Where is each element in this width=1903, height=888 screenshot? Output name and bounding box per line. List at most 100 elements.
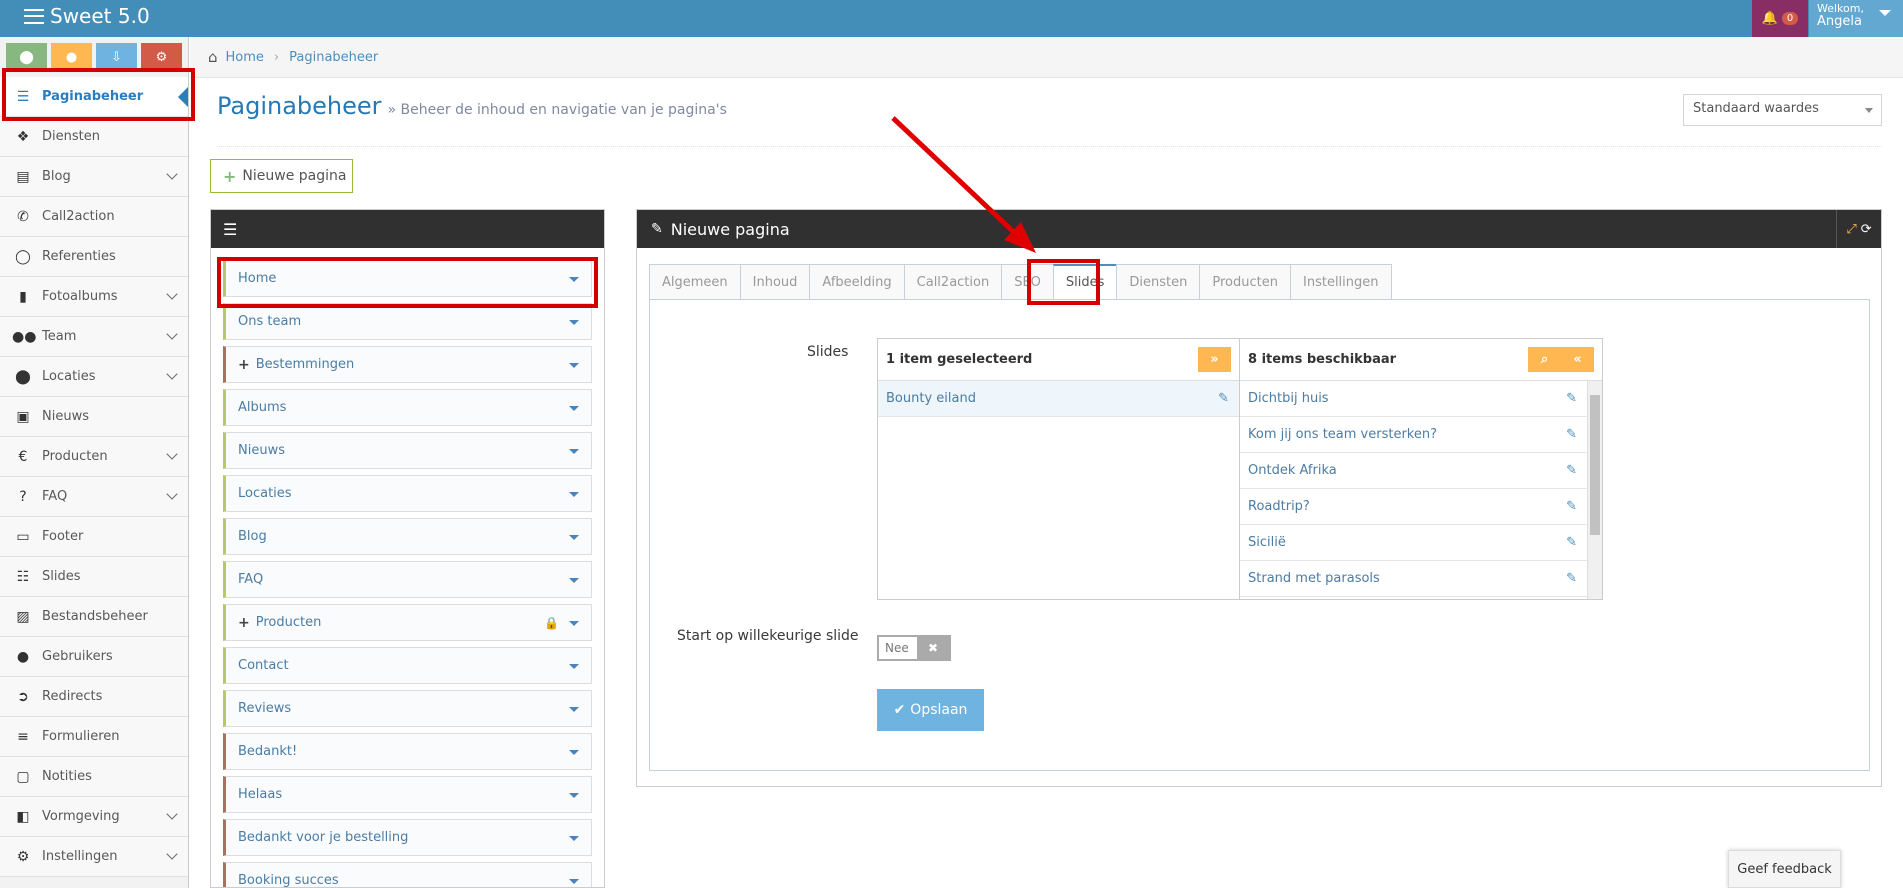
sidebar-item-nieuws[interactable]: ▣ Nieuws [0,397,188,437]
sidebar-item-footer[interactable]: ▭ Footer [0,517,188,557]
caret-down-icon[interactable] [569,277,579,282]
caret-down-icon[interactable] [569,578,579,583]
list-item[interactable]: Sicilië ✎ [1240,525,1587,561]
sidebar-item-gebruikers[interactable]: ● Gebruikers [0,637,188,677]
tree-item[interactable]: Home [223,260,592,297]
tab-algemeen[interactable]: Algemeen [649,264,741,300]
sidebar-item-diensten[interactable]: ❖ Diensten [0,117,188,157]
caret-down-icon[interactable] [569,750,579,755]
tree-item[interactable]: Helaas [223,776,592,813]
sidebar-item-vormgeving[interactable]: ◧ Vormgeving [0,797,188,837]
expand-icon[interactable]: ⤢ [1846,222,1856,237]
sidebar-item-call2action[interactable]: ✆ Call2action [0,197,188,237]
caret-down-icon[interactable] [569,707,579,712]
pencil-icon[interactable]: ✎ [1566,499,1577,514]
search-button[interactable]: ⌕ [1528,347,1561,372]
sidebar-item-label: Call2action [42,209,115,224]
tree-item[interactable]: Nieuws [223,432,592,469]
list-item[interactable]: Dichtbij huis ✎ [1240,381,1587,417]
caret-down-icon[interactable] [569,836,579,841]
caret-down-icon[interactable] [569,621,579,626]
tab-instellingen[interactable]: Instellingen [1290,264,1392,300]
tab-afbeelding[interactable]: Afbeelding [809,264,905,300]
tree-item[interactable]: + Producten 🔒 [223,604,592,641]
plus-icon[interactable]: + [238,357,250,373]
random-slide-toggle[interactable]: Nee ✖ [877,635,951,661]
tree-item[interactable]: Ons team [223,303,592,340]
defaults-select[interactable]: Standaard waardes [1683,94,1882,126]
pencil-icon[interactable]: ✎ [1566,535,1577,550]
list-item[interactable]: Strand met parasols ✎ [1240,561,1587,597]
tree-item[interactable]: Bedankt! [223,733,592,770]
sidebar-item-slides[interactable]: ☷ Slides [0,557,188,597]
tree-item[interactable]: Reviews [223,690,592,727]
breadcrumb-home[interactable]: Home [226,50,264,65]
user-icon[interactable]: ● [51,43,92,71]
sidebar-item-producten[interactable]: € Producten [0,437,188,477]
caret-down-icon[interactable] [569,449,579,454]
tab-call2action[interactable]: Call2action [903,264,1003,300]
save-button[interactable]: ✔ Opslaan [877,689,984,731]
list-item[interactable]: Ontdek Afrika ✎ [1240,453,1587,489]
tree-item[interactable]: FAQ [223,561,592,598]
sidebar-item-fotoalbums[interactable]: ▮ Fotoalbums [0,277,188,317]
feedback-button[interactable]: Geef feedback [1728,850,1841,888]
caret-down-icon[interactable] [569,320,579,325]
sidebar-item-notities[interactable]: ▢ Notities [0,757,188,797]
scrollbar-thumb[interactable] [1590,395,1600,535]
tree-item[interactable]: Albums [223,389,592,426]
caret-down-icon[interactable] [569,793,579,798]
sidebar-item-team[interactable]: ●● Team [0,317,188,357]
tree-item-label: Bedankt voor je bestelling [238,830,409,845]
caret-down-icon[interactable] [569,535,579,540]
breadcrumb-current[interactable]: Paginabeheer [289,50,378,65]
tree-item[interactable]: Bedankt voor je bestelling [223,819,592,856]
notifications-button[interactable]: 🔔 0 [1752,0,1808,37]
tree-item[interactable]: Contact [223,647,592,684]
sidebar-item-instellingen[interactable]: ⚙ Instellingen [0,837,188,877]
sidebar-item-formulieren[interactable]: ≡ Formulieren [0,717,188,757]
list-item[interactable]: Bounty eiland ✎ [878,381,1239,417]
caret-down-icon[interactable] [569,492,579,497]
sidebar-item-referenties[interactable]: ◯ Referenties [0,237,188,277]
pencil-icon[interactable]: ✎ [1218,391,1229,406]
list-item[interactable]: Kom jij ons team versterken? ✎ [1240,417,1587,453]
list-item[interactable]: Roadtrip? ✎ [1240,489,1587,525]
move-all-left-button[interactable]: « [1561,347,1594,372]
available-scrollbar[interactable] [1587,381,1602,599]
sidebar-item-locaties[interactable]: ⬤ Locaties [0,357,188,397]
pencil-icon[interactable]: ✎ [1566,427,1577,442]
tree-item[interactable]: Locaties [223,475,592,512]
new-page-button[interactable]: + Nieuwe pagina [210,159,353,193]
sidebar-item-paginabeheer[interactable]: ☰ Paginabeheer [0,77,188,117]
caret-down-icon[interactable] [569,879,579,884]
sidebar-item-faq[interactable]: ? FAQ [0,477,188,517]
caret-down-icon[interactable] [569,406,579,411]
bars-icon[interactable]: ☰ [223,220,237,239]
user-menu[interactable]: Welkom, Angela [1809,0,1903,37]
download-icon[interactable]: ⇩ [96,43,137,71]
sidebar-item-blog[interactable]: ▤ Blog [0,157,188,197]
tree-item[interactable]: + Bestemmingen [223,346,592,383]
tab-producten[interactable]: Producten [1199,264,1291,300]
tab-slides[interactable]: Slides [1052,264,1118,300]
map-marker-icon[interactable]: ⬤ [6,43,47,71]
refresh-icon[interactable]: ⟳ [1861,222,1872,237]
caret-down-icon[interactable] [569,363,579,368]
pencil-icon[interactable]: ✎ [1566,463,1577,478]
sidebar-item-redirects[interactable]: ➲ Redirects [0,677,188,717]
sliders-icon: ☷ [16,568,30,585]
move-all-right-button[interactable]: » [1198,347,1231,372]
tab-inhoud[interactable]: Inhoud [739,264,811,300]
caret-down-icon[interactable] [569,664,579,669]
sidebar-item-bestandsbeheer[interactable]: ▨ Bestandsbeheer [0,597,188,637]
tree-item[interactable]: Blog [223,518,592,555]
tab-diensten[interactable]: Diensten [1116,264,1201,300]
brand-logo[interactable]: Sweet 5.0 [24,4,150,28]
plus-icon[interactable]: + [238,615,250,631]
pencil-icon[interactable]: ✎ [1566,571,1577,586]
pencil-icon[interactable]: ✎ [1566,391,1577,406]
cogs-icon[interactable]: ⚙ [141,43,182,71]
tree-item[interactable]: Booking succes [223,862,592,887]
tab-seo[interactable]: SEO [1001,264,1054,300]
